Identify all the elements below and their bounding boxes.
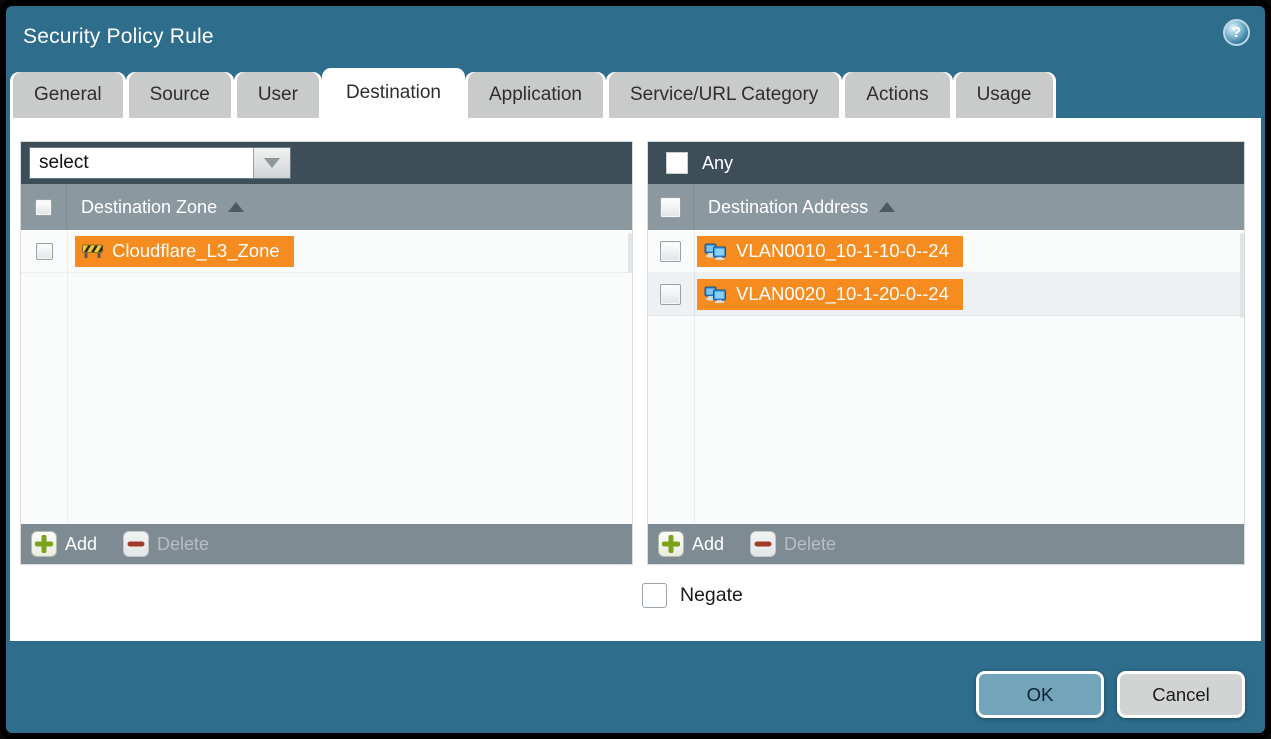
- zone-select-combo: [29, 147, 291, 179]
- zone-row-chip[interactable]: Cloudflare_L3_Zone: [75, 236, 294, 267]
- column-divider: [67, 230, 68, 524]
- address-list-body: VLAN0010_10-1-10-0--24: [648, 230, 1244, 524]
- dialog-button-bar: OK Cancel: [976, 671, 1245, 718]
- chevron-down-icon: [264, 158, 280, 168]
- address-toolbar: Any: [648, 142, 1244, 184]
- security-policy-rule-dialog: Security Policy Rule ? General Source Us…: [6, 6, 1265, 733]
- tab-service-url-category[interactable]: Service/URL Category: [609, 72, 839, 118]
- sort-asc-icon[interactable]: [228, 202, 244, 212]
- panels: Destination Zone: [10, 118, 1261, 565]
- zone-select-all-checkbox[interactable]: [35, 199, 52, 216]
- sort-asc-icon[interactable]: [879, 202, 895, 212]
- tab-bar: General Source User Destination Applicat…: [6, 68, 1265, 118]
- zone-icon: [82, 243, 103, 259]
- zone-row[interactable]: Cloudflare_L3_Zone: [21, 230, 632, 273]
- tab-source[interactable]: Source: [129, 72, 231, 118]
- delete-minus-icon: [750, 531, 776, 557]
- address-column-label[interactable]: Destination Address: [708, 197, 868, 218]
- network-computers-icon: [704, 286, 727, 303]
- window-frame: Security Policy Rule ? General Source Us…: [0, 0, 1271, 739]
- help-icon[interactable]: ?: [1223, 19, 1250, 46]
- any-label: Any: [702, 153, 733, 174]
- zone-toolbar: [21, 142, 632, 184]
- zone-delete-label: Delete: [157, 534, 209, 555]
- address-add-label: Add: [692, 534, 724, 555]
- address-row-checkbox[interactable]: [660, 241, 681, 262]
- address-header-checkbox-cell: [648, 184, 694, 230]
- delete-minus-icon: [123, 531, 149, 557]
- address-row-chip[interactable]: VLAN0010_10-1-10-0--24: [697, 236, 963, 267]
- address-row-checkbox[interactable]: [660, 284, 681, 305]
- tab-content-destination: Destination Zone: [10, 118, 1261, 641]
- address-row-label: VLAN0010_10-1-10-0--24: [736, 240, 949, 262]
- network-computers-icon: [704, 243, 727, 260]
- zone-delete-button[interactable]: Delete: [123, 531, 209, 557]
- negate-row: Negate: [642, 583, 1261, 608]
- address-row[interactable]: VLAN0020_10-1-20-0--24: [648, 273, 1244, 316]
- column-divider: [694, 230, 695, 524]
- tab-general[interactable]: General: [13, 72, 123, 118]
- tab-usage[interactable]: Usage: [956, 72, 1053, 118]
- address-footer: Add Delete: [648, 524, 1244, 564]
- ok-button[interactable]: OK: [976, 671, 1104, 718]
- zone-header-checkbox-cell: [21, 184, 67, 230]
- zone-footer: Add Delete: [21, 524, 632, 564]
- destination-zone-panel: Destination Zone: [20, 141, 633, 565]
- address-select-all-checkbox[interactable]: [660, 197, 681, 218]
- cancel-button[interactable]: Cancel: [1117, 671, 1245, 718]
- zone-row-label: Cloudflare_L3_Zone: [112, 240, 280, 262]
- zone-column-label[interactable]: Destination Zone: [81, 197, 217, 218]
- scrollbar-thumb[interactable]: [628, 233, 632, 273]
- address-delete-button[interactable]: Delete: [750, 531, 836, 557]
- add-plus-icon: [658, 531, 684, 557]
- title-bar: Security Policy Rule ?: [6, 6, 1265, 68]
- zone-list-body: Cloudflare_L3_Zone: [21, 230, 632, 524]
- negate-checkbox[interactable]: [642, 583, 667, 608]
- dialog-title: Security Policy Rule: [23, 25, 214, 49]
- zone-column-header: Destination Zone: [21, 184, 632, 230]
- address-column-header: Destination Address: [648, 184, 1244, 230]
- address-row-chip[interactable]: VLAN0020_10-1-20-0--24: [697, 279, 963, 310]
- zone-add-label: Add: [65, 534, 97, 555]
- zone-select-dropdown-button[interactable]: [253, 148, 290, 178]
- add-plus-icon: [31, 531, 57, 557]
- address-row[interactable]: VLAN0010_10-1-10-0--24: [648, 230, 1244, 273]
- any-checkbox[interactable]: [666, 152, 688, 174]
- tab-actions[interactable]: Actions: [845, 72, 949, 118]
- zone-add-button[interactable]: Add: [31, 531, 97, 557]
- tab-application[interactable]: Application: [468, 72, 603, 118]
- scrollbar-thumb[interactable]: [1240, 233, 1244, 318]
- address-delete-label: Delete: [784, 534, 836, 555]
- address-row-label: VLAN0020_10-1-20-0--24: [736, 283, 949, 305]
- negate-label: Negate: [680, 584, 743, 607]
- address-add-button[interactable]: Add: [658, 531, 724, 557]
- zone-select-input[interactable]: [30, 148, 253, 178]
- destination-address-panel: Any Destination Address: [647, 141, 1245, 565]
- tab-destination[interactable]: Destination: [325, 68, 462, 118]
- tab-user[interactable]: User: [237, 72, 319, 118]
- zone-row-checkbox[interactable]: [36, 243, 53, 260]
